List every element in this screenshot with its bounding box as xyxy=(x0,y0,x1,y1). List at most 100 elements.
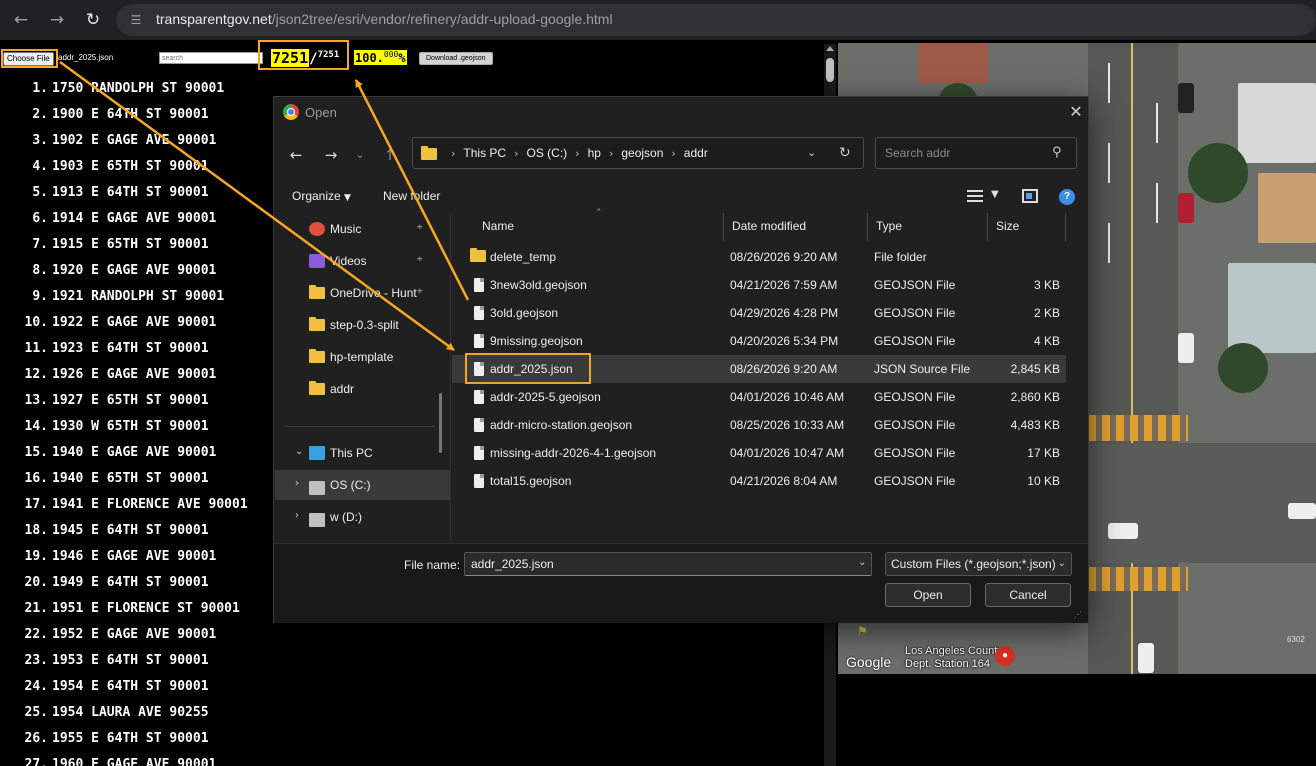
nav-item[interactable]: › OS (C:) xyxy=(275,470,450,500)
address-list-item[interactable]: 25. 1954 LAURA AVE 90255 xyxy=(0,700,820,726)
nav-item[interactable]: ⌄ This PC xyxy=(275,438,450,468)
up-icon[interactable]: ↑ xyxy=(380,145,400,165)
fire-station-pin-icon[interactable]: ● xyxy=(995,646,1015,666)
back-icon[interactable]: ← xyxy=(286,145,306,165)
chevron-right-icon[interactable]: › xyxy=(514,147,518,160)
chevron-down-icon[interactable]: ⌄ xyxy=(807,146,816,159)
chevron-right-icon[interactable]: › xyxy=(295,478,299,489)
view-options-icon[interactable] xyxy=(967,190,983,202)
file-type: File folder xyxy=(874,250,927,264)
address-list-item[interactable]: 27. 1960 E GAGE AVE 90001 xyxy=(0,752,820,766)
breadcrumb-item[interactable]: OS (C:) xyxy=(527,146,568,160)
nav-item[interactable]: Music ⌖ xyxy=(275,214,450,244)
chevron-down-icon[interactable]: ▼ xyxy=(991,189,999,200)
help-icon[interactable]: ? xyxy=(1059,189,1075,205)
file-row[interactable]: 3new3old.geojson 04/21/2026 7:59 AM GEOJSO… xyxy=(452,271,1066,299)
breadcrumb-item[interactable]: hp xyxy=(588,146,601,160)
address-number: 14. xyxy=(24,419,48,434)
pane-divider[interactable] xyxy=(450,213,451,543)
nav-item-label: This PC xyxy=(330,446,373,460)
pin-icon: ⌖ xyxy=(417,286,423,297)
column-size[interactable]: Size xyxy=(988,213,1066,241)
site-info-icon[interactable]: ☰ xyxy=(128,12,144,28)
address-list-item[interactable]: 26. 1955 E 64TH ST 90001 xyxy=(0,726,820,752)
file-name-input[interactable] xyxy=(464,552,872,576)
address-text: 1902 E GAGE AVE 90001 xyxy=(52,133,217,148)
chevron-right-icon[interactable]: › xyxy=(295,510,299,521)
address-number: 7. xyxy=(32,237,48,252)
address-list-item[interactable]: 23. 1953 E 64TH ST 90001 xyxy=(0,648,820,674)
nav-item[interactable]: OneDrive - Hunt ⌖ xyxy=(275,278,450,308)
column-name[interactable]: Name ˆ xyxy=(452,207,724,241)
recent-locations-icon[interactable]: ⌄ xyxy=(350,145,370,165)
nav-item-label: w (D:) xyxy=(330,510,362,524)
address-text: 1921 RANDOLPH ST 90001 xyxy=(52,289,225,304)
breadcrumb-item[interactable]: addr xyxy=(684,146,708,160)
reload-icon[interactable]: ↻ xyxy=(81,8,105,32)
video-icon xyxy=(309,254,325,268)
refresh-icon[interactable]: ↻ xyxy=(839,145,851,161)
file-row[interactable]: 3old.geojson 04/29/2026 4:28 PM GEOJSON Fi… xyxy=(452,299,1066,327)
file-type: GEOJSON File xyxy=(874,334,956,348)
open-button[interactable]: Open xyxy=(885,583,971,607)
address-list-item[interactable]: 22. 1952 E GAGE AVE 90001 xyxy=(0,622,820,648)
column-type[interactable]: Type xyxy=(868,213,988,241)
file-row[interactable]: delete_temp 08/26/2026 9:20 AM File folder xyxy=(452,243,1066,271)
address-list-item[interactable]: 24. 1954 E 64TH ST 90001 xyxy=(0,674,820,700)
resize-grip-icon[interactable]: ⋰ xyxy=(1074,610,1082,619)
url-text[interactable]: transparentgov.net/json2tree/esri/vendor… xyxy=(156,11,613,27)
column-date-modified[interactable]: Date modified xyxy=(724,213,868,241)
file-type-select[interactable]: Custom Files (*.geojson;*.json) ⌄ xyxy=(885,552,1072,576)
chevron-right-icon[interactable]: › xyxy=(671,147,675,160)
chosen-file-name: addr_2025.json xyxy=(58,53,114,62)
file-row[interactable]: addr-2025-5.geojson 04/01/2026 10:46 AM GE… xyxy=(452,383,1066,411)
new-folder-button[interactable]: New folder xyxy=(383,189,440,203)
forward-icon[interactable]: → xyxy=(321,145,341,165)
chevron-right-icon[interactable]: › xyxy=(575,147,579,160)
back-icon[interactable]: ← xyxy=(9,8,33,32)
preview-pane-icon[interactable] xyxy=(1022,189,1038,203)
address-text: 1946 E GAGE AVE 90001 xyxy=(52,549,217,564)
nav-item[interactable]: hp-template xyxy=(275,342,450,372)
nav-item[interactable]: › w (D:) xyxy=(275,502,450,532)
file-row[interactable]: missing-addr-2026-4-1.geojson 04/01/2026 … xyxy=(452,439,1066,467)
nav-item[interactable]: addr xyxy=(275,374,450,404)
open-file-dialog: Open ✕ ← → ⌄ ↑ › This PC › OS (C:) › hp › geojs… xyxy=(273,96,1089,623)
organize-button[interactable]: Organize ▼ xyxy=(292,189,351,203)
chevron-down-icon[interactable]: ⌄ xyxy=(295,446,303,457)
address-text: 1953 E 64TH ST 90001 xyxy=(52,653,209,668)
file-row[interactable]: addr-micro-station.geojson 08/25/2026 10:… xyxy=(452,411,1066,439)
scroll-up-icon[interactable] xyxy=(826,46,834,51)
navigation-pane: Music ⌖ Videos ⌖ OneDrive - Hunt ⌖ step-0.3-sp… xyxy=(275,213,450,543)
file-name: total15.geojson xyxy=(490,474,572,488)
cancel-button[interactable]: Cancel xyxy=(985,583,1071,607)
progress-percent: 100.000% xyxy=(354,50,407,65)
file-row[interactable]: total15.geojson 04/21/2026 8:04 AM GEOJSON… xyxy=(452,467,1066,495)
nav-item[interactable]: Videos ⌖ xyxy=(275,246,450,276)
map-marker-icon[interactable]: ⚑ xyxy=(857,624,868,638)
download-geojson-button[interactable]: Download .geojson xyxy=(419,52,493,65)
breadcrumb-item[interactable]: geojson xyxy=(621,146,663,160)
folder-icon xyxy=(309,285,325,299)
dialog-title-bar[interactable]: Open ✕ xyxy=(274,97,1088,129)
file-date: 04/21/2026 7:59 AM xyxy=(730,278,838,292)
close-icon[interactable]: ✕ xyxy=(1066,101,1086,123)
file-row[interactable]: 9missing.geojson 04/20/2026 5:34 PM GEOJSO… xyxy=(452,327,1066,355)
chevron-down-icon[interactable]: ⌄ xyxy=(858,557,866,568)
nav-item[interactable]: step-0.3-split xyxy=(275,310,450,340)
drive-icon xyxy=(309,513,325,527)
search-input[interactable] xyxy=(159,52,263,64)
forward-icon[interactable]: → xyxy=(45,8,69,32)
file-size: 2,845 KB xyxy=(1010,362,1060,376)
scroll-thumb[interactable] xyxy=(826,58,834,82)
breadcrumb-item[interactable]: This PC xyxy=(463,146,506,160)
folder-search-box[interactable]: Search addr ⚲ xyxy=(875,137,1077,169)
address-text: 1945 E 64TH ST 90001 xyxy=(52,523,209,538)
path-bar[interactable]: › This PC › OS (C:) › hp › geojson › addr ⌄ ↻ xyxy=(412,137,864,169)
map-place-label[interactable]: Los Angeles County Dept. Station 164 xyxy=(905,645,1003,671)
chevron-right-icon[interactable]: › xyxy=(609,147,613,160)
address-bar[interactable]: ☰ transparentgov.net/json2tree/esri/vend… xyxy=(116,4,1316,36)
chevron-right-icon[interactable]: › xyxy=(451,147,455,160)
file-list-scrollbar[interactable] xyxy=(1068,213,1084,543)
address-number: 8. xyxy=(32,263,48,278)
